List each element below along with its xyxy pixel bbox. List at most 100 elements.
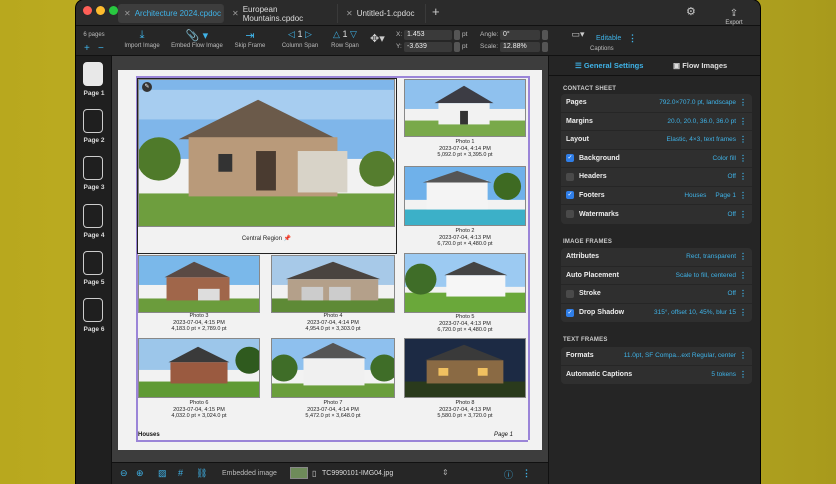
decrease-column-icon[interactable]: ◁ xyxy=(288,29,295,39)
contact-sheet-page[interactable]: ✎ Central Region 📌 Photo 1 2023-07-04, 4… xyxy=(118,70,542,450)
background-checkbox[interactable]: ✓ xyxy=(566,154,574,163)
photo-thumbnail[interactable] xyxy=(404,166,526,226)
drop-shadow-checkbox[interactable]: ✓ xyxy=(566,308,574,317)
angle-stepper[interactable] xyxy=(542,30,548,40)
page-thumbnail[interactable] xyxy=(83,62,103,86)
captions-more-icon[interactable]: ⋮ xyxy=(628,33,637,44)
link-icon[interactable]: ⛓ xyxy=(196,468,207,479)
more-options-icon[interactable]: ⋮ xyxy=(739,370,747,379)
zoom-window-button[interactable] xyxy=(109,6,118,15)
minimize-window-button[interactable] xyxy=(96,6,105,15)
increase-row-icon[interactable]: ▽ xyxy=(350,29,357,39)
decrease-row-icon[interactable]: △ xyxy=(333,29,340,39)
remove-page-button[interactable]: − xyxy=(98,43,104,54)
embed-flow-image-button[interactable]: 📎 ▾ Embed Flow Image xyxy=(170,29,224,49)
footers-checkbox[interactable]: ✓ xyxy=(566,191,574,200)
attributes-row[interactable]: Attributes Rect, transparent ⋮ xyxy=(561,248,752,267)
skip-frame-icon: ⇥ xyxy=(245,30,255,42)
photo-thumbnail[interactable] xyxy=(404,79,526,137)
scale-stepper[interactable] xyxy=(542,42,548,52)
page-thumbnail[interactable] xyxy=(83,298,103,322)
more-options-icon[interactable]: ⋮ xyxy=(739,191,747,200)
info-icon[interactable]: ⓘ xyxy=(504,468,513,481)
column-span-control[interactable]: ◁ 1 ▷ Column Span xyxy=(280,29,320,49)
photo-thumbnail[interactable] xyxy=(138,338,260,398)
close-tab-icon[interactable]: ✕ xyxy=(232,9,239,18)
filename-select[interactable]: TC9990101-IMG04.jpg xyxy=(322,470,393,477)
gear-icon[interactable]: ⚙ xyxy=(686,5,696,18)
new-tab-button[interactable]: + xyxy=(432,4,440,19)
more-options-icon[interactable]: ⋮ xyxy=(739,98,747,107)
close-window-button[interactable] xyxy=(83,6,92,15)
import-image-button[interactable]: ⤓ Import Image xyxy=(122,29,162,49)
more-options-icon[interactable]: ⋮ xyxy=(739,117,747,126)
angle-input[interactable]: 0° xyxy=(500,30,540,40)
watermarks-checkbox[interactable] xyxy=(566,210,574,219)
main-photo[interactable] xyxy=(138,79,395,227)
page-thumbnail[interactable] xyxy=(83,109,103,133)
more-options-icon[interactable]: ⋮ xyxy=(739,172,747,181)
tab-flow-images[interactable]: ▣ Flow Images xyxy=(673,61,727,70)
more-options-icon[interactable]: ⋮ xyxy=(739,135,747,144)
scale-input[interactable]: 12.88% xyxy=(500,42,540,52)
more-options-icon[interactable]: ⋮ xyxy=(522,468,531,479)
more-options-icon[interactable]: ⋮ xyxy=(739,252,747,261)
x-stepper[interactable] xyxy=(454,30,460,40)
headers-row[interactable]: Headers Off ⋮ xyxy=(561,168,752,187)
photo-thumbnail[interactable] xyxy=(138,255,260,313)
grid-icon[interactable]: # xyxy=(178,468,183,478)
import-image-label: Import Image xyxy=(124,43,160,49)
headers-checkbox[interactable] xyxy=(566,172,574,181)
page-label: Page 6 xyxy=(83,326,105,333)
stroke-checkbox[interactable] xyxy=(566,289,574,298)
more-options-icon[interactable]: ⋮ xyxy=(739,271,747,280)
skip-frame-button[interactable]: ⇥ Skip Frame xyxy=(232,29,268,49)
move-icon[interactable]: ✥▾ xyxy=(370,32,385,45)
zoom-out-icon[interactable]: ⊖ xyxy=(120,468,128,479)
export-button[interactable]: ⇪ Export xyxy=(722,3,746,26)
editable-toggle[interactable]: Editable xyxy=(596,35,621,42)
more-options-icon[interactable]: ⋮ xyxy=(739,351,747,360)
tab-untitled[interactable]: ✕ Untitled-1.cpdoc xyxy=(340,4,426,23)
photo-thumbnail[interactable] xyxy=(271,255,395,313)
close-tab-icon[interactable]: ✕ xyxy=(346,9,353,18)
zoom-in-icon[interactable]: ⊕ xyxy=(136,468,144,479)
margin-guide xyxy=(528,76,530,440)
footers-row[interactable]: ✓ Footers Houses Page 1 ⋮ xyxy=(561,187,752,205)
tab-european-mountains[interactable]: ✕ European Mountains.cpdoc xyxy=(226,4,338,23)
photo-thumbnail[interactable] xyxy=(404,253,526,313)
margins-row[interactable]: Margins 20.0, 20.0, 36.0, 36.0 pt ⋮ xyxy=(561,113,752,131)
more-options-icon[interactable]: ⋮ xyxy=(739,210,747,219)
more-options-icon[interactable]: ⋮ xyxy=(739,289,747,298)
page-thumbnail[interactable] xyxy=(83,156,103,180)
add-page-button[interactable]: + xyxy=(84,43,90,54)
page-thumbnail[interactable] xyxy=(83,251,103,275)
tab-general-settings[interactable]: ☰ General Settings xyxy=(575,61,643,70)
x-input[interactable]: 1.453 xyxy=(404,30,452,40)
increase-column-icon[interactable]: ▷ xyxy=(305,29,312,39)
layout-row[interactable]: Layout Elastic, 4×3, text frames ⋮ xyxy=(561,131,752,150)
y-input[interactable]: -3.639 xyxy=(404,42,452,52)
tab-architecture[interactable]: ✕ Architecture 2024.cpdoc xyxy=(118,4,224,23)
y-stepper[interactable] xyxy=(454,42,460,52)
formats-row[interactable]: Formats 11.0pt, SF Compa...ext Regular, … xyxy=(561,347,752,366)
pages-row[interactable]: Pages 792.0×707.0 pt, landscape ⋮ xyxy=(561,94,752,113)
automatic-captions-row[interactable]: Automatic Captions 5 tokens ⋮ xyxy=(561,366,752,385)
image-icon[interactable]: ▨ xyxy=(158,468,167,479)
close-tab-icon[interactable]: ✕ xyxy=(124,9,131,18)
auto-placement-row[interactable]: Auto Placement Scale to fill, centered ⋮ xyxy=(561,267,752,285)
chevron-updown-icon[interactable]: ⇕ xyxy=(442,468,449,477)
document-canvas[interactable]: ✎ Central Region 📌 Photo 1 2023-07-04, 4… xyxy=(112,56,548,462)
captions-button[interactable]: ▭▾ xyxy=(564,29,592,43)
more-options-icon[interactable]: ⋮ xyxy=(739,154,747,163)
photo-thumbnail[interactable] xyxy=(271,338,395,398)
watermarks-row[interactable]: Watermarks Off ⋮ xyxy=(561,205,752,224)
row-span-control[interactable]: △ 1 ▽ Row Span xyxy=(328,29,362,49)
stroke-row[interactable]: Stroke Off ⋮ xyxy=(561,285,752,304)
page-thumbnail[interactable] xyxy=(83,204,103,228)
photo-thumbnail[interactable] xyxy=(404,338,526,398)
background-row[interactable]: ✓ Background Color fill ⋮ xyxy=(561,150,752,168)
drop-shadow-row[interactable]: ✓ Drop Shadow 315°, offset 10, 45%, blur… xyxy=(561,304,752,323)
more-options-icon[interactable]: ⋮ xyxy=(739,308,747,317)
tab-label: European Mountains.cpdoc xyxy=(242,4,304,23)
